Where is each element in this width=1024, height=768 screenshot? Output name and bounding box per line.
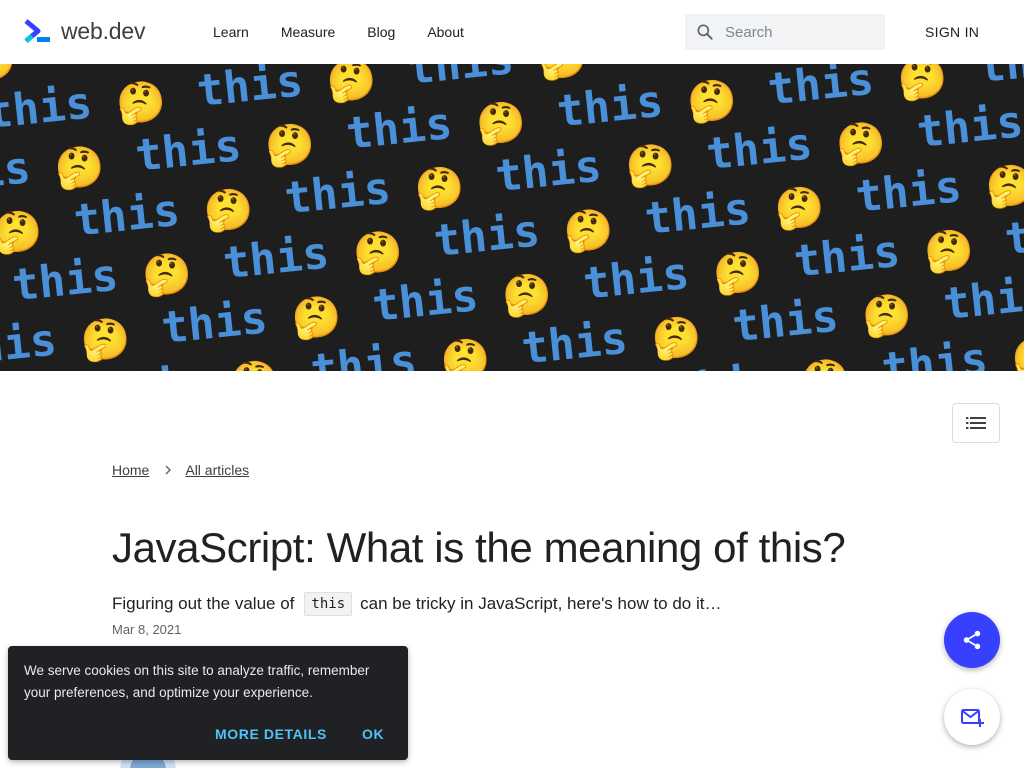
- thinking-face-icon: 🤔: [412, 164, 466, 213]
- sign-in-button[interactable]: SIGN IN: [925, 24, 979, 40]
- thinking-face-icon: 🤔: [711, 249, 765, 298]
- cookie-banner: We serve cookies on this site to analyze…: [8, 646, 408, 760]
- thinking-face-icon: 🤔: [922, 227, 976, 276]
- hero-pattern: this🤔this🤔this🤔this🤔this🤔this🤔this🤔this🤔…: [0, 64, 1024, 371]
- hero-word: this: [370, 270, 481, 332]
- hero-word: this: [792, 226, 903, 288]
- hero-word: this: [730, 291, 841, 353]
- hero-word: this: [195, 64, 306, 117]
- hero-word: this: [344, 98, 455, 160]
- thinking-face-icon: 🤔: [773, 184, 827, 233]
- hero-word: this: [133, 120, 244, 182]
- subscribe-button[interactable]: [944, 689, 1000, 745]
- thinking-face-icon: 🤔: [1010, 334, 1024, 371]
- thinking-face-icon: 🤔: [685, 77, 739, 126]
- thinking-face-icon: 🤔: [834, 120, 888, 169]
- subtitle-code: this: [304, 592, 353, 616]
- thinking-face-icon: 🤔: [0, 208, 45, 257]
- thinking-face-icon: 🤔: [0, 64, 19, 85]
- hero-word: this: [71, 185, 182, 247]
- thinking-face-icon: 🤔: [439, 336, 493, 371]
- mail-add-icon: [961, 709, 984, 727]
- search-box[interactable]: [685, 14, 885, 50]
- subtitle-text-after: can be tricky in JavaScript, here's how …: [360, 594, 722, 613]
- chevron-right-icon: [165, 465, 172, 475]
- nav-blog[interactable]: Blog: [367, 24, 395, 40]
- cookie-text: We serve cookies on this site to analyze…: [24, 663, 370, 700]
- hero-word: this: [493, 141, 604, 203]
- hero-word: this: [941, 268, 1024, 330]
- share-button[interactable]: [944, 612, 1000, 668]
- search-icon: [697, 24, 713, 40]
- breadcrumb: Home All articles: [112, 462, 249, 478]
- thinking-face-icon: 🤔: [562, 207, 616, 256]
- thinking-face-icon: 🤔: [351, 229, 405, 278]
- hero-word: this: [853, 161, 964, 223]
- more-details-button[interactable]: MORE DETAILS: [215, 726, 327, 742]
- logo-text: web.dev: [61, 18, 146, 44]
- thinking-face-icon: 🤔: [500, 271, 554, 320]
- article-subtitle: Figuring out the value of this can be tr…: [112, 592, 721, 616]
- subtitle-text-before: Figuring out the value of: [112, 594, 295, 613]
- nav-about[interactable]: About: [427, 24, 464, 40]
- breadcrumb-home[interactable]: Home: [112, 462, 149, 478]
- hero-word: this: [915, 96, 1024, 158]
- thinking-face-icon: 🤔: [896, 64, 950, 104]
- thinking-face-icon: 🤔: [52, 143, 106, 192]
- toc-list-icon: [966, 417, 986, 429]
- share-icon: [963, 630, 981, 650]
- hero-word: this: [642, 183, 753, 245]
- table-of-contents-button[interactable]: [952, 403, 1000, 443]
- hero-word: this: [308, 335, 419, 371]
- thinking-face-icon: 🤔: [263, 121, 317, 170]
- hero-word: this: [45, 64, 156, 74]
- thinking-face-icon: 🤔: [649, 314, 703, 363]
- thinking-face-icon: 🤔: [140, 251, 194, 300]
- thinking-face-icon: 🤔: [202, 186, 256, 235]
- hero-word: this: [0, 314, 59, 371]
- publish-date: Mar 8, 2021: [112, 622, 182, 637]
- thinking-face-icon: 🤔: [325, 64, 379, 105]
- hero-word: this: [159, 292, 270, 354]
- hero-word: this: [0, 142, 33, 204]
- main-nav: Learn Measure Blog About: [213, 0, 496, 64]
- thinking-face-icon: 🤔: [536, 64, 590, 83]
- hero-word: this: [0, 77, 94, 139]
- hero-word: this: [616, 64, 727, 73]
- thinking-face-icon: 🤔: [799, 357, 853, 371]
- nav-learn[interactable]: Learn: [213, 24, 249, 40]
- hero-word: this: [555, 76, 666, 138]
- hero-word: this: [10, 250, 121, 312]
- hero-word: this: [765, 64, 876, 115]
- hero-word: this: [976, 64, 1024, 93]
- logo-icon: [24, 18, 50, 43]
- site-header: web.dev Learn Measure Blog About SIGN IN: [0, 0, 1024, 64]
- page-title: JavaScript: What is the meaning of this?: [112, 524, 846, 571]
- search-input[interactable]: [725, 23, 875, 41]
- site-logo[interactable]: web.dev: [24, 18, 145, 45]
- thinking-face-icon: 🤔: [860, 292, 914, 341]
- thinking-face-icon: 🤔: [114, 79, 168, 128]
- hero-word: this: [704, 118, 815, 180]
- thinking-face-icon: 🤔: [228, 358, 282, 371]
- ok-button[interactable]: OK: [362, 726, 384, 742]
- nav-measure[interactable]: Measure: [281, 24, 335, 40]
- breadcrumb-all-articles[interactable]: All articles: [185, 462, 249, 478]
- thinking-face-icon: 🤔: [474, 99, 528, 148]
- thinking-face-icon: 🤔: [623, 142, 677, 191]
- hero-word: this: [405, 64, 516, 95]
- hero-word: this: [282, 163, 393, 225]
- hero-banner: this🤔this🤔this🤔this🤔this🤔this🤔this🤔this🤔…: [0, 64, 1024, 371]
- hero-word: this: [1002, 204, 1024, 266]
- hero-word: this: [581, 248, 692, 310]
- hero-word: this: [519, 313, 630, 371]
- thinking-face-icon: 🤔: [78, 316, 132, 365]
- thinking-face-icon: 🤔: [983, 162, 1024, 211]
- hero-word: this: [431, 205, 542, 267]
- hero-word: this: [221, 227, 332, 289]
- hero-word: this: [879, 333, 990, 371]
- thinking-face-icon: 🤔: [289, 294, 343, 343]
